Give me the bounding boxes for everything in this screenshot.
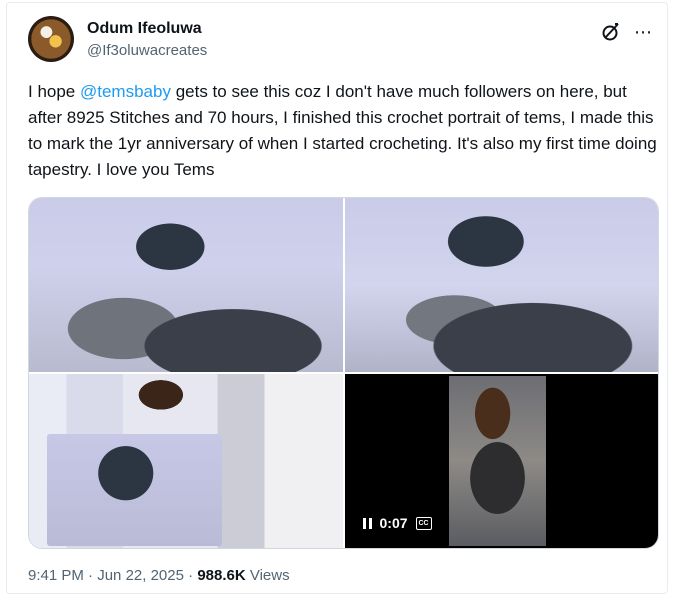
media-photo-1[interactable] (29, 198, 343, 372)
tweet-card: Odum Ifeoluwa @If3oluwacreates ⋯ I hope … (6, 2, 668, 594)
meta-separator: · (83, 567, 98, 584)
media-photo-3[interactable] (29, 374, 343, 548)
tweet-date[interactable]: Jun 22, 2025 (97, 567, 184, 584)
avatar[interactable] (28, 16, 74, 62)
tweet-meta: 9:41 PM · Jun 22, 2025 · 988.6K Views (28, 567, 290, 584)
video-controls[interactable]: 0:07 CC (354, 510, 440, 536)
media-video[interactable]: 0:07 CC (344, 374, 658, 548)
media-photo-2[interactable] (344, 198, 658, 372)
tweet-time[interactable]: 9:41 PM (28, 567, 84, 584)
more-icon[interactable]: ⋯ (631, 21, 655, 43)
pause-icon[interactable] (362, 517, 372, 529)
views-label: Views (245, 567, 290, 584)
tweet-text-prefix: I hope (28, 82, 80, 101)
author-name[interactable]: Odum Ifeoluwa (87, 20, 202, 38)
views-count[interactable]: 988.6K (197, 567, 245, 584)
mention-link[interactable]: @temsbaby (80, 82, 171, 101)
tweet-text: I hope @temsbaby gets to see this coz I … (28, 79, 658, 183)
author-handle[interactable]: @If3oluwacreates (87, 42, 207, 59)
video-frame (448, 376, 546, 546)
video-duration: 0:07 (379, 515, 408, 531)
captions-icon[interactable]: CC (415, 516, 432, 530)
media-grid: 0:07 CC (28, 197, 659, 549)
grok-icon[interactable] (600, 21, 622, 43)
crochet-portrait (47, 434, 222, 546)
meta-separator-2: · (183, 567, 198, 584)
